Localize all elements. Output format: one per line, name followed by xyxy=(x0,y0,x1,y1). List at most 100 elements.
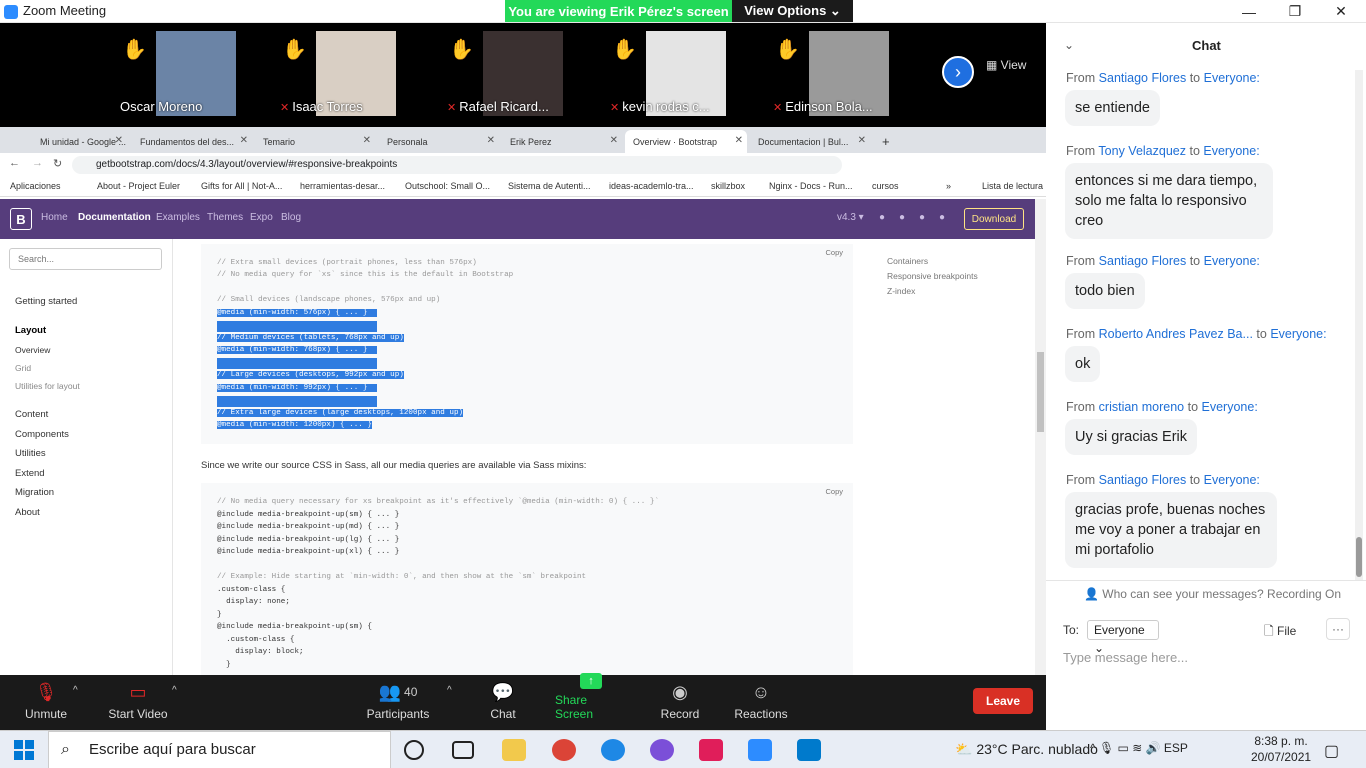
nav-themes[interactable]: Themes xyxy=(207,212,243,223)
recipient-name[interactable]: Everyone: xyxy=(1203,144,1259,158)
browser-tab[interactable]: Fundamentos del des... ✕ xyxy=(132,130,252,153)
participant-tile[interactable]: ✋ ✕ Isaac Torres xyxy=(276,31,426,116)
browser-tab[interactable]: Documentacion | Bul... ✕ xyxy=(750,130,870,153)
reload-icon[interactable]: ↻ xyxy=(53,157,62,170)
close-button[interactable]: ✕ xyxy=(1318,0,1364,23)
sidebar-item-utilities-layout[interactable]: Utilities for layout xyxy=(15,381,80,391)
participants-chevron-icon[interactable]: ^ xyxy=(447,685,452,696)
collapse-chevron-icon[interactable]: ⌄ xyxy=(1064,38,1074,52)
network-icon[interactable]: ▭ xyxy=(1118,741,1133,755)
bookmark-item[interactable]: Nginx - Docs - Run... xyxy=(769,181,853,191)
chat-scrollbar[interactable] xyxy=(1355,70,1363,580)
wifi-icon[interactable]: ≋ xyxy=(1132,741,1145,755)
view-options-button[interactable]: View Options ⌄ xyxy=(732,0,853,22)
url-input[interactable]: getbootstrap.com/docs/4.3/layout/overvie… xyxy=(72,156,842,174)
close-tab-icon[interactable]: ✕ xyxy=(363,135,371,146)
bookmarks-overflow[interactable]: » xyxy=(946,181,951,191)
recipient-name[interactable]: Everyone: xyxy=(1204,254,1260,268)
docs-search-input[interactable]: Search... xyxy=(9,248,162,270)
copy-button[interactable]: Copy xyxy=(825,487,843,496)
language-indicator[interactable]: ESP xyxy=(1164,741,1188,755)
audio-options-chevron-icon[interactable]: ^ xyxy=(73,685,78,696)
chat-message-input[interactable]: Type message here... xyxy=(1063,650,1353,665)
bookmark-item[interactable]: skillzbox xyxy=(711,181,745,191)
copy-button[interactable]: Copy xyxy=(825,248,843,257)
sidebar-item-layout[interactable]: Layout xyxy=(15,325,46,336)
start-video-button[interactable]: ▭ Start Video xyxy=(106,675,170,730)
participants-button[interactable]: 👥 40 Participants xyxy=(366,675,430,730)
restore-button[interactable]: ❐ xyxy=(1272,0,1318,23)
cortana-icon[interactable] xyxy=(404,740,424,760)
zoom-icon[interactable] xyxy=(748,739,772,761)
bookmark-item[interactable]: Gifts for All | Not-A... xyxy=(201,181,282,191)
participant-tile[interactable]: ✋ ✕ kevin rodas c... xyxy=(606,31,756,116)
bookmark-item[interactable]: Aplicaciones xyxy=(10,181,61,191)
sender-name[interactable]: Santiago Flores xyxy=(1099,473,1187,487)
new-tab-button[interactable]: + xyxy=(874,130,894,153)
browser-tab-active[interactable]: Overview · Bootstrap ✕ xyxy=(625,130,747,153)
chevron-up-icon[interactable]: ^ xyxy=(1090,741,1099,755)
nav-examples[interactable]: Examples xyxy=(156,212,200,223)
recipient-name[interactable]: Everyone: xyxy=(1204,473,1260,487)
nav-expo[interactable]: Expo xyxy=(250,212,273,223)
sender-name[interactable]: Tony Velazquez xyxy=(1098,144,1186,158)
twitter-icon[interactable]: ● xyxy=(899,212,905,223)
file-button[interactable]: 🗋 File xyxy=(1264,622,1296,643)
edge-icon[interactable] xyxy=(601,739,625,761)
sidebar-item-overview[interactable]: Overview xyxy=(15,345,50,355)
close-tab-icon[interactable]: ✕ xyxy=(858,135,866,146)
close-tab-icon[interactable]: ✕ xyxy=(735,135,743,146)
sidebar-item-getting-started[interactable]: Getting started xyxy=(15,296,77,307)
sidebar-item-migration[interactable]: Migration xyxy=(15,487,54,498)
browser-tab[interactable]: Personala ✕ xyxy=(379,130,499,153)
recipient-name[interactable]: Everyone: xyxy=(1202,400,1258,414)
bootstrap-logo[interactable]: B xyxy=(10,208,32,230)
bookmark-item[interactable]: About - Project Euler xyxy=(97,181,180,191)
sender-name[interactable]: Santiago Flores xyxy=(1099,71,1187,85)
vscode-icon[interactable] xyxy=(797,739,821,761)
sidebar-item-content[interactable]: Content xyxy=(15,409,48,420)
sender-name[interactable]: Santiago Flores xyxy=(1099,254,1187,268)
record-button[interactable]: ◉ Record xyxy=(660,675,700,730)
page-scrollbar[interactable] xyxy=(1035,199,1046,675)
bookmark-item[interactable]: Outschool: Small O... xyxy=(405,181,490,191)
minimize-button[interactable]: — xyxy=(1226,0,1272,23)
close-tab-icon[interactable]: ✕ xyxy=(610,135,618,146)
microphone-icon[interactable]: 🎙 xyxy=(1099,741,1118,755)
windows-start-icon[interactable] xyxy=(14,740,34,760)
notification-icon[interactable]: ▢ xyxy=(1324,741,1339,761)
recipient-name[interactable]: Everyone: xyxy=(1270,327,1326,341)
gallery-view-button[interactable]: ▦ View xyxy=(986,58,1026,72)
sidebar-item-components[interactable]: Components xyxy=(15,429,69,440)
messenger-icon[interactable] xyxy=(650,739,674,761)
toc-containers[interactable]: Containers xyxy=(887,256,928,266)
back-icon[interactable]: ← xyxy=(9,157,20,169)
taskbar-search-input[interactable]: ⌕ Escribe aquí para buscar xyxy=(48,731,391,768)
bookmark-item[interactable]: herramientas-desar... xyxy=(300,181,385,191)
weather-widget[interactable]: ⛅ 23°C Parc. nublado xyxy=(955,741,1098,758)
gallery-next-arrow-icon[interactable]: › xyxy=(942,56,974,88)
nav-documentation[interactable]: Documentation xyxy=(78,212,151,223)
toc-responsive-breakpoints[interactable]: Responsive breakpoints xyxy=(887,271,978,281)
chat-scrollbar-thumb[interactable] xyxy=(1356,537,1362,577)
volume-icon[interactable]: 🔊 xyxy=(1146,741,1164,755)
bookmark-item[interactable]: cursos xyxy=(872,181,899,191)
who-can-see-link[interactable]: 👤 Who can see your messages? Recording O… xyxy=(1084,587,1341,601)
file-explorer-icon[interactable] xyxy=(502,739,526,761)
close-tab-icon[interactable]: ✕ xyxy=(115,135,123,146)
nav-home[interactable]: Home xyxy=(41,212,68,223)
browser-tab[interactable]: Mi unidad - Google ... ✕ xyxy=(32,130,127,153)
slack-icon[interactable] xyxy=(699,739,723,761)
task-view-icon[interactable] xyxy=(452,741,474,759)
reactions-button[interactable]: ☺ Reactions xyxy=(734,675,787,730)
sidebar-item-utilities[interactable]: Utilities xyxy=(15,448,46,459)
taskbar-clock[interactable]: 8:38 p. m. 20/07/2021 xyxy=(1251,733,1311,765)
sender-name[interactable]: Roberto Andres Pavez Ba... xyxy=(1099,327,1253,341)
sidebar-item-about[interactable]: About xyxy=(15,507,40,518)
participant-tile[interactable]: ✋ Oscar Moreno xyxy=(116,31,266,116)
download-button[interactable]: Download xyxy=(964,208,1024,230)
more-options-button[interactable]: ··· xyxy=(1326,618,1350,640)
recipient-select[interactable]: Everyone ⌄ xyxy=(1087,620,1159,655)
sender-name[interactable]: cristian moreno xyxy=(1099,400,1184,414)
close-tab-icon[interactable]: ✕ xyxy=(240,135,248,146)
